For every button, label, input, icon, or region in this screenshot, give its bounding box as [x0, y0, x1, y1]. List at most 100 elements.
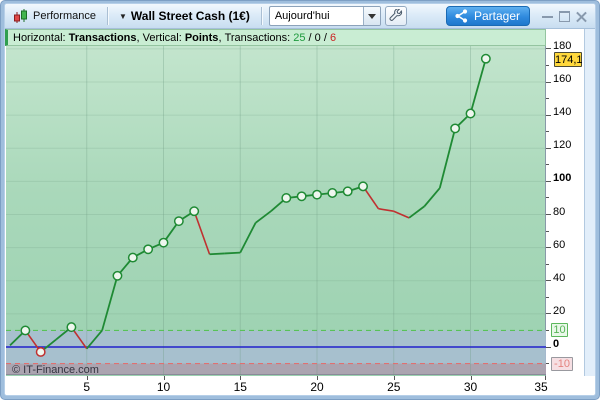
y-axis-label: 120 — [553, 139, 572, 152]
title-bar: Performance ▼ Wall Street Cash (1€) Aujo… — [5, 4, 595, 29]
x-axis-label: 15 — [233, 380, 247, 394]
share-icon — [455, 9, 468, 23]
y-axis-label: 20 — [553, 304, 566, 317]
equity-chart-svg — [6, 46, 546, 376]
equity-segment — [469, 58, 487, 114]
y-axis-tick — [546, 164, 549, 166]
chevron-down-icon: ▼ — [118, 11, 127, 21]
trade-marker-win — [358, 181, 368, 192]
trade-marker-win — [480, 53, 491, 64]
trade-marker-win — [296, 191, 307, 202]
timeframe-value: Aujourd'hui — [274, 10, 330, 22]
y-axis-tick — [546, 147, 551, 149]
trade-marker-win — [112, 270, 123, 281]
chevron-down-icon — [367, 13, 376, 19]
losing-count: 6 — [329, 31, 337, 44]
y-axis-tick — [546, 280, 551, 282]
trade-marker-win — [20, 325, 31, 336]
y-axis-tick — [546, 247, 551, 249]
equity-segment — [408, 205, 425, 219]
y-axis-label: 140 — [553, 106, 572, 119]
trade-marker-win — [450, 123, 461, 134]
x-axis: 5 10 15 20 25 30 35 — [5, 376, 595, 395]
winning-count: 25 — [293, 31, 306, 44]
timeframe-dropdown-button[interactable] — [362, 7, 380, 25]
y-axis-label: 60 — [553, 238, 566, 251]
x-axis-label: 25 — [387, 380, 401, 394]
trade-marker-win — [281, 193, 292, 203]
y-axis-tick — [546, 230, 549, 232]
instrument-label: Wall Street Cash (1€) — [130, 9, 250, 23]
trade-marker-win — [342, 186, 353, 197]
share-button[interactable]: Partager — [445, 6, 530, 26]
share-label: Partager — [473, 9, 520, 23]
y-axis-tick — [546, 329, 549, 331]
settings-wrench-button[interactable] — [384, 6, 407, 26]
x-axis-label: 5 — [83, 380, 91, 394]
y-axis-tick — [546, 263, 549, 265]
x-axis-label: 20 — [310, 380, 324, 394]
trade-marker-win — [312, 189, 322, 200]
y-axis-tick — [546, 313, 551, 315]
y-axis-tick — [546, 48, 551, 50]
right-panel-strip[interactable] — [584, 29, 595, 387]
y-axis-tick — [546, 346, 551, 348]
equity-segment — [378, 207, 394, 212]
y-axis-label: 40 — [553, 271, 566, 284]
y-axis-tick — [546, 296, 549, 298]
horizontal-label: Horizontal: — [13, 31, 69, 44]
trade-marker-win — [173, 216, 184, 227]
y-axis-label: 80 — [553, 205, 566, 218]
y-axis-label: 180 — [553, 39, 572, 52]
x-axis-label: 35 — [534, 380, 548, 394]
y-axis: 0 20 40 60 80 100 120 140 160 180 174,1 10 -10 — [546, 40, 584, 376]
watermark: © IT-Finance.com — [12, 364, 99, 376]
upper-threshold-badge: 10 — [551, 323, 568, 338]
window-controls — [542, 10, 587, 22]
equity-segment — [101, 275, 119, 331]
close-icon[interactable] — [576, 11, 587, 22]
trade-marker-loss — [35, 347, 46, 357]
x-axis-label: 10 — [156, 380, 171, 394]
equity-chart-plot[interactable]: © IT-Finance.com — [6, 46, 546, 376]
y-axis-tick — [546, 214, 551, 216]
equity-segment — [423, 187, 441, 207]
timeframe-combobox[interactable]: Aujourd'hui — [268, 6, 381, 26]
separator — [106, 7, 108, 25]
trade-marker-win — [158, 237, 169, 248]
lower-threshold-badge: -10 — [551, 356, 573, 371]
current-value-badge: 174,1 — [554, 51, 583, 67]
y-axis-tick — [546, 114, 551, 116]
y-axis-tick — [546, 363, 549, 365]
trade-marker-win — [66, 322, 77, 333]
trade-marker-win — [327, 188, 338, 198]
equity-segment — [209, 252, 225, 256]
trade-marker-win — [143, 244, 154, 255]
equity-segment — [255, 210, 272, 224]
performance-button[interactable]: Performance — [9, 6, 100, 26]
y-axis-tick — [546, 197, 549, 199]
wrench-icon — [389, 8, 403, 21]
y-axis-tick — [546, 180, 551, 182]
maximize-icon[interactable] — [559, 10, 570, 22]
candlestick-icon — [14, 9, 27, 23]
instrument-dropdown[interactable]: ▼ Wall Street Cash (1€) — [115, 7, 254, 25]
equity-segment — [224, 251, 241, 255]
separator — [260, 7, 262, 25]
y-axis-tick — [546, 98, 549, 100]
vertical-label: Vertical: — [142, 31, 185, 44]
y-axis-label: 0 — [553, 338, 560, 350]
horizontal-value: Transactions — [68, 31, 137, 44]
trade-marker-win — [127, 252, 138, 263]
y-axis-label: 160 — [553, 73, 572, 86]
minimize-icon[interactable] — [542, 11, 553, 22]
x-axis-label: 30 — [463, 380, 478, 394]
vertical-value: Points — [184, 31, 219, 44]
y-axis-tick — [546, 81, 551, 83]
trade-marker-win — [465, 108, 476, 119]
app-window: Performance ▼ Wall Street Cash (1€) Aujo… — [0, 0, 600, 400]
window-body: Performance ▼ Wall Street Cash (1€) Aujo… — [4, 3, 596, 396]
y-axis-label: 100 — [553, 172, 572, 185]
transactions-label: Transactions: — [224, 31, 294, 44]
chart-info-bar: Horizontal: Transactions, Vertical: Poin… — [5, 29, 546, 46]
